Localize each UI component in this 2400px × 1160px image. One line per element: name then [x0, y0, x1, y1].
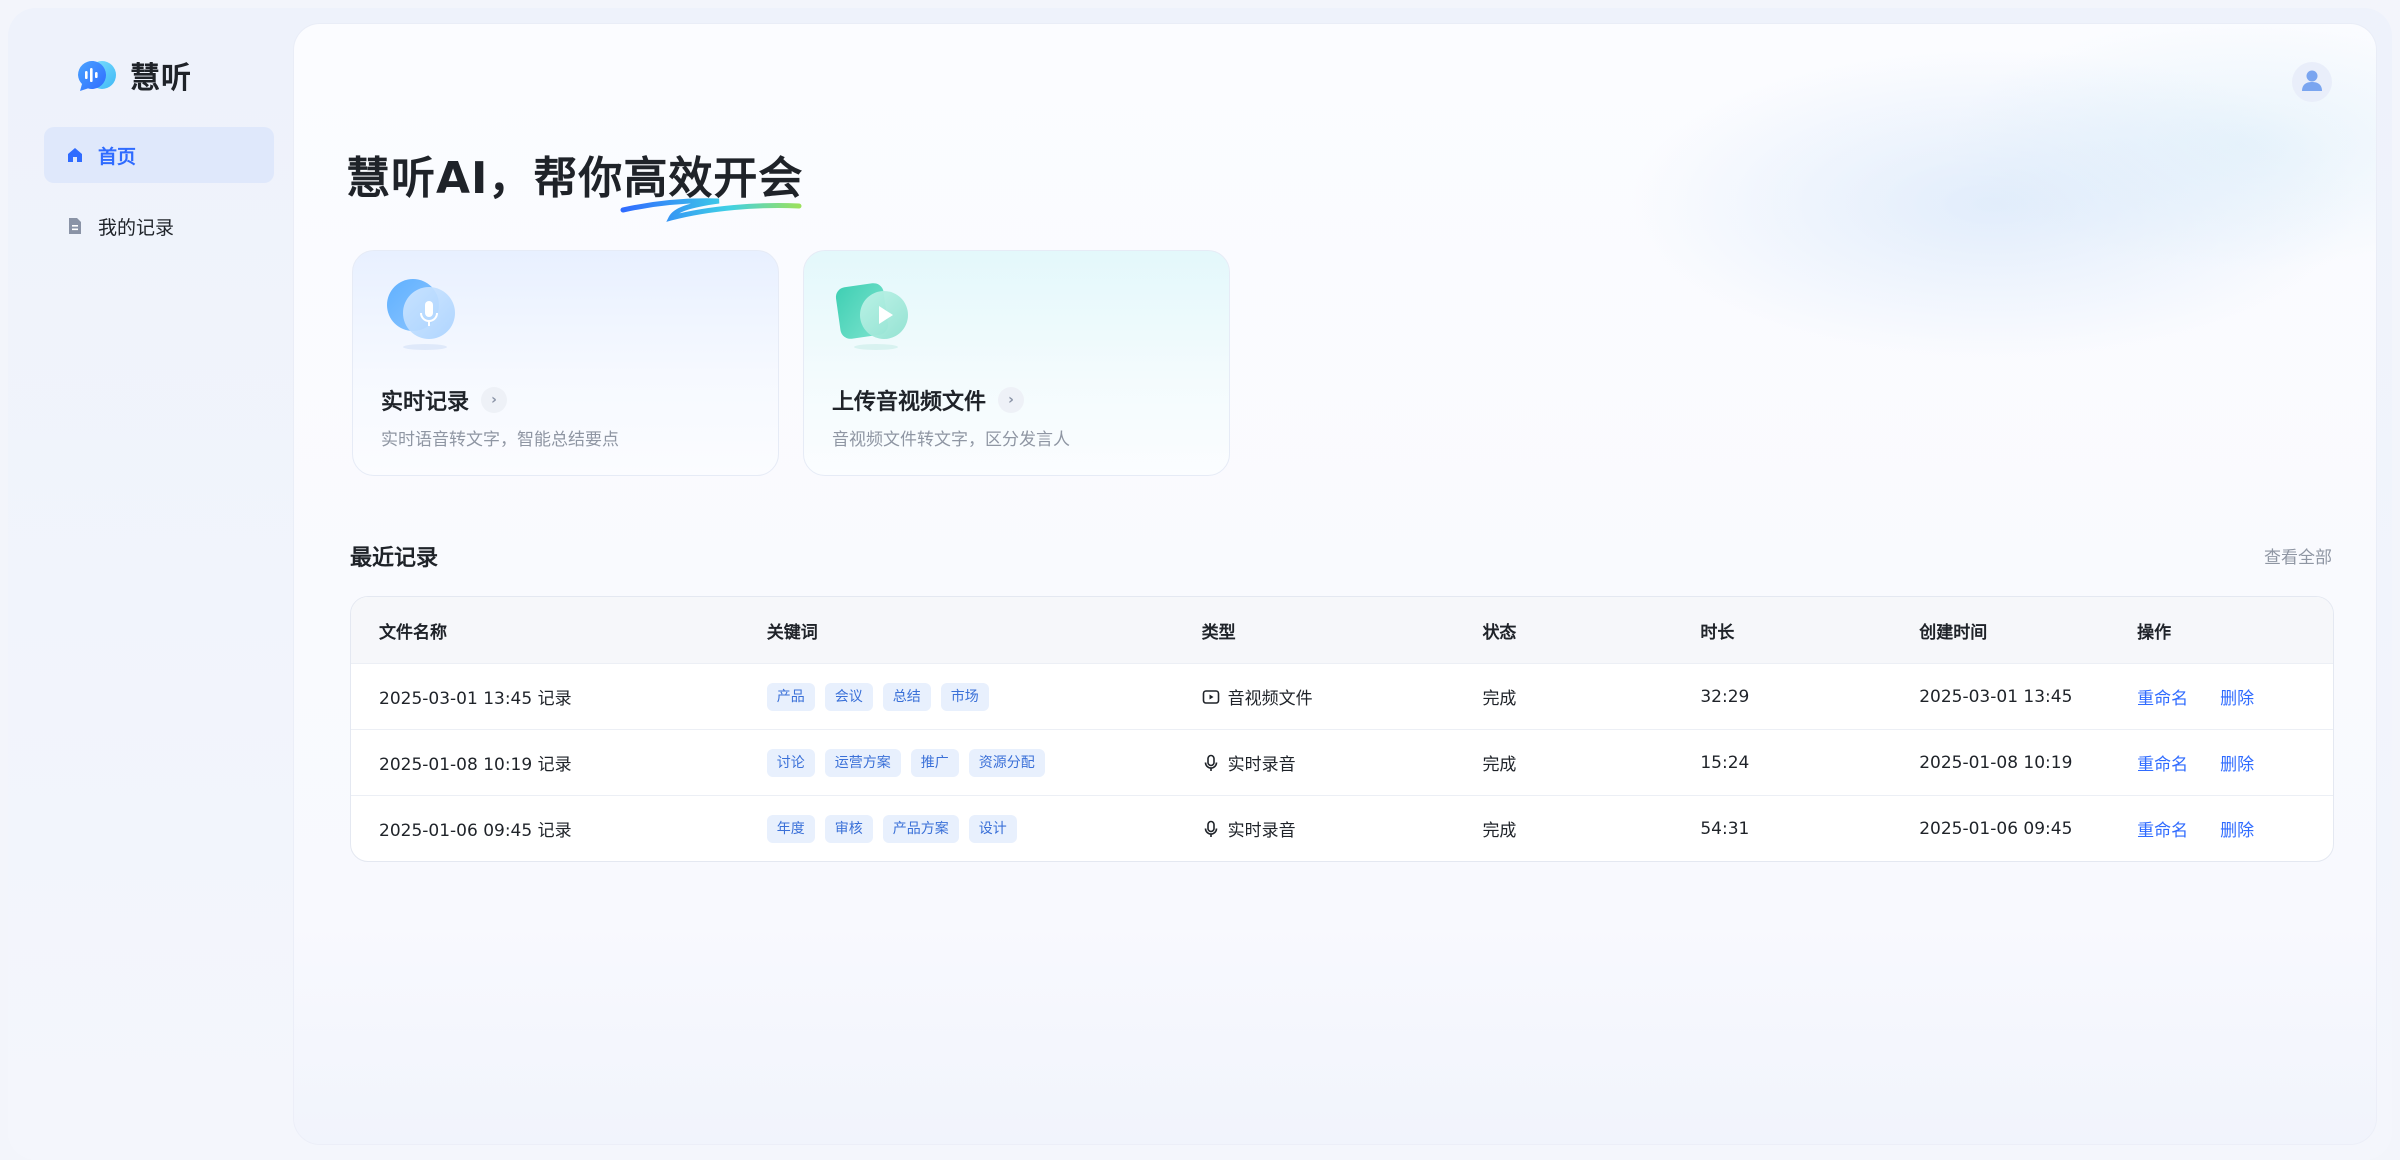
column-header-keywords: 关键词 [766, 622, 818, 643]
cell-keywords: 年度 审核 产品方案 设计 [766, 796, 1202, 861]
card-title: 实时记录 › [381, 384, 508, 416]
chevron-right-icon: › [998, 387, 1025, 413]
video-file-icon [1202, 688, 1220, 706]
keyword-tag: 运营方案 [824, 748, 901, 777]
sidebar-item-label: 我的记录 [98, 216, 175, 239]
column-header-duration: 时长 [1700, 622, 1735, 643]
table-row[interactable]: 2025-01-06 09:45 记录 年度 审核 产品方案 设计 实时录音 完… [351, 795, 2333, 861]
cell-keywords: 讨论 运营方案 推广 资源分配 [766, 730, 1202, 795]
column-header-created: 创建时间 [1919, 622, 1988, 643]
delete-button[interactable]: 删除 [2220, 816, 2254, 841]
keyword-tag: 审核 [824, 814, 873, 843]
cell-status: 完成 [1482, 821, 1517, 841]
cell-file-name: 2025-01-08 10:19 记录 [379, 755, 572, 775]
home-icon [66, 146, 84, 164]
rename-button[interactable]: 重命名 [2137, 816, 2188, 841]
app-name: 慧听 [130, 61, 192, 96]
cell-type-label: 音视频文件 [1227, 689, 1313, 709]
cell-keywords: 产品 会议 总结 市场 [766, 664, 1202, 729]
logo-icon [74, 55, 120, 95]
keyword-tag: 会议 [824, 682, 873, 711]
user-icon [2299, 67, 2325, 97]
microphone-icon [1202, 754, 1220, 772]
cell-created-time: 2025-03-01 13:45 [1919, 686, 2073, 707]
keyword-tag: 市场 [940, 682, 989, 711]
cell-actions: 重命名 删除 [2137, 730, 2333, 795]
column-header-actions: 操作 [2137, 622, 2172, 643]
user-avatar[interactable] [2292, 62, 2332, 102]
app-logo[interactable]: 慧听 [74, 50, 192, 100]
hero-title-prefix: 慧听AI，帮你 [346, 153, 624, 204]
main-panel: 慧听AI，帮你高效开会 实时记录 › 实时语音转文字，智能总结要点 上传音视频文… [294, 24, 2376, 1144]
recent-records-table: 文件名称 关键词 类型 状态 时长 创建时间 操作 2025-03-01 13:… [350, 596, 2334, 862]
card-description: 音视频文件转文字，区分发言人 [832, 430, 1070, 450]
document-icon [66, 217, 84, 235]
live-record-card[interactable]: 实时记录 › 实时语音转文字，智能总结要点 [352, 250, 779, 476]
keyword-tag: 产品方案 [882, 814, 959, 843]
card-title-text: 上传音视频文件 [832, 390, 987, 415]
keyword-tag: 讨论 [766, 748, 815, 777]
cell-type: 实时录音 [1202, 796, 1483, 861]
keyword-tag: 设计 [968, 814, 1017, 843]
keyword-tag: 推广 [910, 748, 959, 777]
cell-type: 实时录音 [1202, 730, 1483, 795]
sidebar-item-label: 首页 [98, 145, 137, 168]
cell-actions: 重命名 删除 [2137, 664, 2333, 729]
cell-created-time: 2025-01-08 10:19 [1919, 752, 2073, 773]
rename-button[interactable]: 重命名 [2137, 750, 2188, 775]
sidebar: 慧听 首页 我的记录 [8, 8, 292, 1160]
app-window: 慧听 首页 我的记录 慧听AI，帮你高效开会 实时记录 › 实时语音转文字，智能… [8, 8, 2392, 1160]
microphone-icon [1202, 820, 1220, 838]
rename-button[interactable]: 重命名 [2137, 684, 2188, 709]
cell-status: 完成 [1482, 755, 1517, 775]
card-description: 实时语音转文字，智能总结要点 [381, 430, 619, 450]
cell-duration: 32:29 [1700, 686, 1750, 707]
cell-duration: 54:31 [1700, 818, 1750, 839]
view-all-link[interactable]: 查看全部 [2264, 543, 2332, 568]
table-row[interactable]: 2025-03-01 13:45 记录 产品 会议 总结 市场 音视频文件 完成… [351, 663, 2333, 729]
keyword-tag: 年度 [766, 814, 815, 843]
card-title-text: 实时记录 [381, 390, 470, 415]
keyword-tag: 产品 [766, 682, 815, 711]
card-title: 上传音视频文件 › [832, 384, 1025, 416]
cell-duration: 15:24 [1700, 752, 1750, 773]
column-header-type: 类型 [1201, 622, 1236, 643]
cell-type-label: 实时录音 [1227, 755, 1296, 775]
brush-underline-decoration [620, 198, 802, 222]
keyword-tag: 资源分配 [968, 748, 1045, 777]
sidebar-item-home[interactable]: 首页 [44, 127, 274, 183]
delete-button[interactable]: 删除 [2220, 750, 2254, 775]
cell-type: 音视频文件 [1202, 664, 1483, 729]
delete-button[interactable]: 删除 [2220, 684, 2254, 709]
column-header-name: 文件名称 [379, 622, 447, 643]
sidebar-item-my-records[interactable]: 我的记录 [44, 198, 274, 254]
keyword-tag: 总结 [882, 682, 931, 711]
cell-actions: 重命名 删除 [2137, 796, 2333, 861]
microphone-icon [383, 275, 463, 355]
table-header: 文件名称 关键词 类型 状态 时长 创建时间 操作 [351, 597, 2333, 663]
cell-file-name: 2025-03-01 13:45 记录 [379, 689, 572, 709]
recent-records-title: 最近记录 [350, 546, 439, 571]
cell-type-label: 实时录音 [1227, 821, 1296, 841]
cell-file-name: 2025-01-06 09:45 记录 [379, 821, 572, 841]
cell-status: 完成 [1482, 689, 1517, 709]
column-header-status: 状态 [1482, 622, 1517, 643]
hero-title: 慧听AI，帮你高效开会 [346, 142, 803, 222]
chevron-right-icon: › [481, 387, 508, 413]
hero-title-highlight: 高效开会 [620, 142, 803, 222]
table-row[interactable]: 2025-01-08 10:19 记录 讨论 运营方案 推广 资源分配 实时录音… [351, 729, 2333, 795]
play-icon [834, 275, 914, 355]
upload-media-card[interactable]: 上传音视频文件 › 音视频文件转文字，区分发言人 [803, 250, 1230, 476]
cell-created-time: 2025-01-06 09:45 [1919, 818, 2073, 839]
